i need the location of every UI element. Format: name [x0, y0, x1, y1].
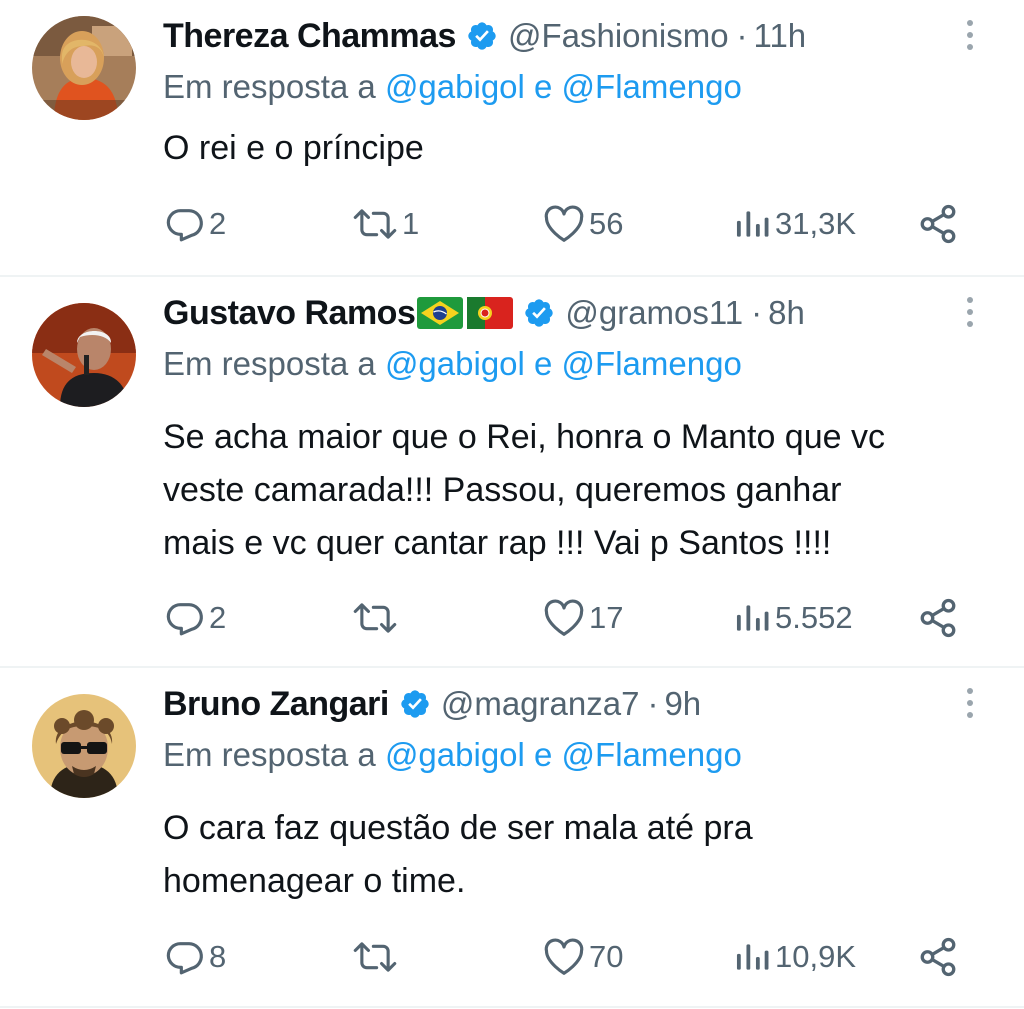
- like-count: 70: [589, 939, 624, 974]
- more-options-icon[interactable]: [962, 297, 978, 333]
- author-name[interactable]: Bruno Zangari: [163, 685, 389, 724]
- flag-portugal-icon: [467, 297, 514, 329]
- author-handle[interactable]: @gramos11: [565, 294, 743, 332]
- reply-icon: [166, 603, 203, 636]
- heart-icon: [544, 599, 584, 636]
- view-count: 5.552: [775, 600, 853, 635]
- author-handle[interactable]: @Fashionismo: [508, 17, 729, 55]
- tweet[interactable]: Bruno Zangari @magranza7 · 9h Em respost…: [0, 668, 1024, 1008]
- action-bar: 8 70 10,9K: [0, 932, 1024, 982]
- share-icon: [920, 204, 956, 244]
- retweet-button[interactable]: 1: [352, 199, 419, 249]
- action-bar: 2 17 5.552: [0, 593, 1024, 643]
- retweet-icon: [353, 603, 397, 633]
- reply-context: Em resposta a @gabigol e @Flamengo: [163, 736, 742, 774]
- tweet-text-line: Se acha maior que o Rei, honra o Manto q…: [163, 418, 885, 456]
- retweet-count: 1: [402, 206, 420, 241]
- timestamp[interactable]: 9h: [664, 685, 701, 723]
- share-icon: [920, 598, 956, 638]
- flag-brazil-icon: [417, 297, 464, 329]
- heart-icon: [544, 938, 584, 975]
- timestamp[interactable]: 8h: [768, 294, 805, 332]
- verified-badge-icon: [401, 690, 429, 718]
- avatar[interactable]: [32, 694, 136, 798]
- reply-prefix: Em resposta a: [163, 68, 376, 105]
- tweet[interactable]: Thereza Chammas @Fashionismo · 11h Em re…: [0, 0, 1024, 276]
- reply-prefix: Em resposta a: [163, 736, 376, 773]
- like-count: 56: [589, 206, 624, 241]
- more-options-icon[interactable]: [962, 20, 978, 56]
- share-button[interactable]: [917, 203, 959, 250]
- timestamp[interactable]: 11h: [754, 17, 807, 55]
- action-bar: 2 1 56 31,3K: [0, 199, 1024, 249]
- tweet-header: Thereza Chammas @Fashionismo · 11h: [163, 14, 806, 58]
- tweet-text-line: homenagear o time.: [163, 862, 466, 900]
- separator-dot: ·: [647, 685, 659, 722]
- views-button[interactable]: 5.552: [733, 593, 853, 643]
- tweet-text: O cara faz questão de ser mala até pra h…: [163, 802, 753, 908]
- retweet-button[interactable]: [352, 932, 402, 982]
- avatar[interactable]: [32, 303, 136, 407]
- more-options-icon[interactable]: [962, 688, 978, 724]
- view-count: 31,3K: [775, 206, 857, 241]
- reply-icon: [166, 942, 203, 975]
- retweet-button[interactable]: [352, 593, 402, 643]
- view-count: 10,9K: [775, 939, 857, 974]
- tweet-text-line: veste camarada!!! Passou, queremos ganha…: [163, 471, 842, 509]
- reply-to-mentions[interactable]: @gabigol e @Flamengo: [385, 345, 742, 382]
- share-button[interactable]: [917, 936, 959, 983]
- tweet[interactable]: Gustavo Ramos @gramos11 · 8h Em resposta…: [0, 277, 1024, 667]
- reply-to-mentions[interactable]: @gabigol e @Flamengo: [385, 68, 742, 105]
- views-bar-chart-icon: [736, 605, 769, 631]
- reply-icon: [166, 209, 203, 242]
- reply-to-mentions[interactable]: @gabigol e @Flamengo: [385, 736, 742, 773]
- like-button[interactable]: 56: [543, 199, 623, 249]
- author-handle[interactable]: @magranza7: [441, 685, 640, 723]
- separator-dot: ·: [751, 294, 763, 331]
- tweet-header: Bruno Zangari @magranza7 · 9h: [163, 682, 701, 726]
- reply-prefix: Em resposta a: [163, 345, 376, 382]
- retweet-icon: [353, 209, 397, 239]
- tweet-text-line: mais e vc quer cantar rap !!! Vai p Sant…: [163, 524, 832, 562]
- verified-badge-icon: [468, 22, 496, 50]
- views-button[interactable]: 31,3K: [733, 199, 856, 249]
- tweet-text: Se acha maior que o Rei, honra o Manto q…: [163, 411, 885, 570]
- like-count: 17: [589, 600, 624, 635]
- divider: [0, 1006, 1024, 1008]
- retweet-icon: [353, 942, 397, 972]
- tweet-text-line: O cara faz questão de ser mala até pra: [163, 809, 753, 847]
- verified-badge-icon: [525, 299, 554, 327]
- views-bar-chart-icon: [736, 944, 769, 970]
- separator-dot: ·: [736, 17, 748, 54]
- like-button[interactable]: 17: [543, 593, 623, 643]
- reply-count: 2: [209, 600, 227, 635]
- reply-button[interactable]: 2: [165, 199, 226, 249]
- heart-icon: [544, 205, 584, 242]
- like-button[interactable]: 70: [543, 932, 623, 982]
- reply-count: 8: [209, 939, 227, 974]
- share-icon: [920, 937, 956, 977]
- tweet-text: O rei e o príncipe: [163, 122, 424, 175]
- share-button[interactable]: [917, 597, 959, 644]
- reply-count: 2: [209, 206, 227, 241]
- reply-button[interactable]: 8: [165, 932, 226, 982]
- views-bar-chart-icon: [736, 211, 769, 237]
- reply-context: Em resposta a @gabigol e @Flamengo: [163, 345, 742, 383]
- tweet-header: Gustavo Ramos @gramos11 · 8h: [163, 291, 805, 335]
- views-button[interactable]: 10,9K: [733, 932, 856, 982]
- avatar[interactable]: [32, 16, 136, 120]
- reply-button[interactable]: 2: [165, 593, 226, 643]
- author-name[interactable]: Gustavo Ramos: [163, 294, 416, 333]
- tweet-text-line: O rei e o príncipe: [163, 129, 424, 167]
- reply-context: Em resposta a @gabigol e @Flamengo: [163, 68, 742, 106]
- author-name[interactable]: Thereza Chammas: [163, 17, 456, 56]
